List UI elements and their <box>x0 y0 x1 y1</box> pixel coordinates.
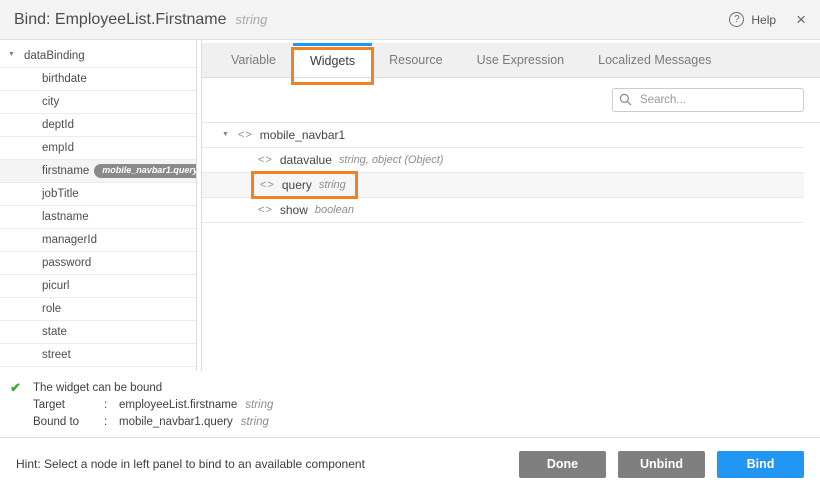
sidebar-item-label: city <box>42 91 59 113</box>
sidebar-item-label: empId <box>42 137 74 159</box>
binding-status: ✔ The widget can be bound Target : emplo… <box>0 371 820 437</box>
tree-node-datavalue[interactable]: <> datavalue string, object (Object) <box>202 148 804 173</box>
widgets-tree: ▼ <> mobile_navbar1 <> datavalue string,… <box>202 123 820 223</box>
tree-node-label: query <box>282 178 312 192</box>
sidebar-item-role[interactable]: role <box>0 298 196 321</box>
tree-node-show[interactable]: <> show boolean <box>202 198 804 223</box>
tree-node-type: boolean <box>315 204 354 216</box>
sidebar-item-label: deptId <box>42 114 74 136</box>
left-binding-tree: ▼ dataBinding birthdate city deptId empI… <box>0 40 197 371</box>
tab-bar: Variable Widgets Resource Use Expression… <box>202 43 820 78</box>
status-label: Bound to <box>33 415 104 430</box>
unbind-button[interactable]: Unbind <box>618 451 705 478</box>
sidebar-item-label: state <box>42 321 67 343</box>
bind-dialog: Bind: EmployeeList.Firstname string ? He… <box>0 0 820 490</box>
tab-use-expression[interactable]: Use Expression <box>460 43 582 77</box>
tree-node-type: string, object (Object) <box>339 154 444 166</box>
tree-node-query[interactable]: <> query string <box>202 173 804 198</box>
sidebar-item-lastname[interactable]: lastname <box>0 206 196 229</box>
dialog-title: Bind: EmployeeList.Firstname <box>14 11 227 29</box>
dialog-footer: Hint: Select a node in left panel to bin… <box>0 437 820 490</box>
sidebar-item-label: jobTitle <box>42 183 79 205</box>
tree-node-label: mobile_navbar1 <box>260 128 345 142</box>
tab-localized-messages[interactable]: Localized Messages <box>581 43 728 77</box>
sidebar-item-birthdate[interactable]: birthdate <box>0 68 196 91</box>
help-icon: ? <box>729 12 744 27</box>
dialog-title-type: string <box>236 12 268 27</box>
sidebar-item-label: managerId <box>42 229 97 251</box>
sidebar-item-label: role <box>42 298 61 320</box>
sidebar-item-label: street <box>42 344 71 366</box>
hint-text: Hint: Select a node in left panel to bin… <box>16 457 365 471</box>
status-colon: : <box>104 398 119 413</box>
search-icon <box>619 93 632 106</box>
status-label: Target <box>33 398 104 413</box>
sidebar-item-empid[interactable]: empId <box>0 137 196 160</box>
check-icon: ✔ <box>8 380 33 396</box>
sidebar-item-label: birthdate <box>42 68 87 90</box>
status-boundto-value: mobile_navbar1.query <box>119 416 233 428</box>
sidebar-item-label: lastname <box>42 206 89 228</box>
tree-node-label: datavalue <box>280 153 332 167</box>
sidebar-item-databinding[interactable]: ▼ dataBinding <box>0 45 196 68</box>
bind-source-panel: Variable Widgets Resource Use Expression… <box>201 40 820 371</box>
sidebar-item-label: picurl <box>42 275 69 297</box>
help-label: Help <box>751 13 776 27</box>
tab-variable[interactable]: Variable <box>214 43 293 77</box>
tab-label: Widgets <box>310 54 355 68</box>
bind-button[interactable]: Bind <box>717 451 804 478</box>
dialog-header: Bind: EmployeeList.Firstname string ? He… <box>0 0 820 40</box>
widget-code-icon: <> <box>258 204 273 216</box>
sidebar-item-firstname[interactable]: firstname mobile_navbar1.query <box>0 160 196 183</box>
sidebar-item-label: dataBinding <box>24 45 85 67</box>
close-icon[interactable]: × <box>796 11 806 28</box>
tab-resource[interactable]: Resource <box>372 43 460 77</box>
status-target-type: string <box>245 399 273 411</box>
tab-widgets[interactable]: Widgets <box>293 43 372 77</box>
tree-node-label: show <box>280 203 308 217</box>
sidebar-item-managerid[interactable]: managerId <box>0 229 196 252</box>
sidebar-item-street[interactable]: street <box>0 344 196 367</box>
tree-node-type: string <box>319 179 346 191</box>
done-button[interactable]: Done <box>519 451 606 478</box>
sidebar-item-password[interactable]: password <box>0 252 196 275</box>
status-colon: : <box>104 415 119 430</box>
help-button[interactable]: ? Help <box>729 12 776 27</box>
binding-badge: mobile_navbar1.query <box>94 164 197 178</box>
status-boundto-type: string <box>241 416 269 428</box>
sidebar-item-deptid[interactable]: deptId <box>0 114 196 137</box>
widget-code-icon: <> <box>258 154 273 166</box>
sidebar-item-city[interactable]: city <box>0 91 196 114</box>
widget-code-icon: <> <box>238 129 253 141</box>
widget-code-icon: <> <box>260 179 275 191</box>
caret-down-icon: ▼ <box>222 131 229 138</box>
status-boundto-row: Bound to : mobile_navbar1.query string <box>33 415 820 430</box>
sidebar-item-picurl[interactable]: picurl <box>0 275 196 298</box>
status-message: The widget can be bound <box>33 382 162 394</box>
sidebar-item-state[interactable]: state <box>0 321 196 344</box>
status-target-row: Target : employeeList.firstname string <box>33 398 820 413</box>
caret-down-icon: ▼ <box>8 44 15 66</box>
search-input[interactable] <box>612 88 804 112</box>
sidebar-item-label: password <box>42 252 91 274</box>
search-row <box>202 78 820 123</box>
sidebar-item-jobtitle[interactable]: jobTitle <box>0 183 196 206</box>
sidebar-item-label: firstname <box>42 160 89 182</box>
tree-node-mobile-navbar1[interactable]: ▼ <> mobile_navbar1 <box>202 123 804 148</box>
status-target-value: employeeList.firstname <box>119 399 237 411</box>
